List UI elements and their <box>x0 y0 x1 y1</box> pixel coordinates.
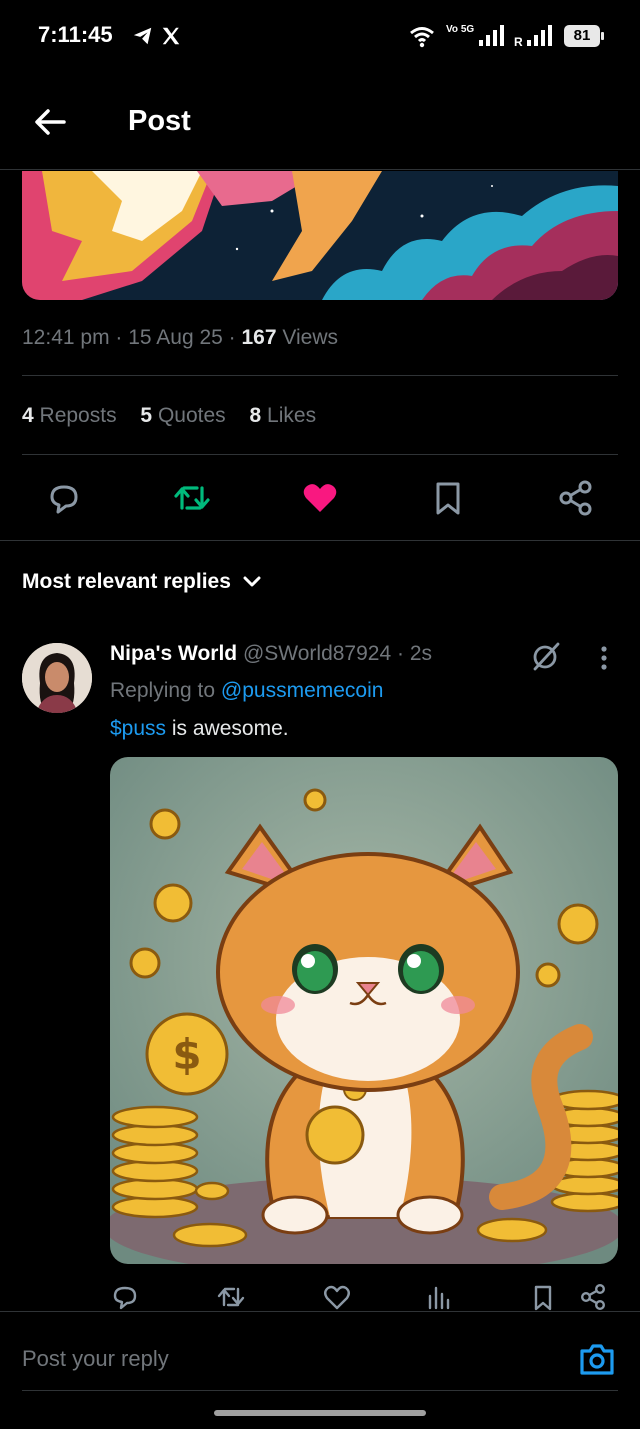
share-icon[interactable] <box>578 1282 608 1312</box>
divider <box>22 375 618 376</box>
divider <box>22 454 618 455</box>
views-count: 167 <box>241 326 277 349</box>
bookmark-icon[interactable] <box>528 1282 558 1312</box>
replies-sort-dropdown[interactable]: Most relevant replies <box>22 570 263 594</box>
rocket-illustration <box>22 171 618 300</box>
reply-text: $puss is awesome. <box>110 717 289 740</box>
divider <box>22 1390 618 1391</box>
repost-icon[interactable] <box>216 1282 246 1312</box>
svg-text:$: $ <box>172 1030 201 1079</box>
post-image[interactable] <box>22 171 618 300</box>
post-timestamp: 12:41 pm · 15 Aug 25 · 167 Views <box>22 326 339 349</box>
views-icon[interactable] <box>424 1282 454 1312</box>
share-icon[interactable] <box>556 478 596 518</box>
battery-indicator: 81 <box>564 25 604 47</box>
reply-author-handle[interactable]: @SWorld87924 <box>243 642 391 665</box>
camera-icon[interactable] <box>578 1340 616 1378</box>
top-bar: Post <box>0 72 640 170</box>
network-type-label: Vo 5G <box>446 24 475 35</box>
replies-sort-label: Most relevant replies <box>22 570 231 593</box>
likes-stat[interactable]: 8 Likes <box>250 404 317 427</box>
reply-author-name[interactable]: Nipa's World <box>110 642 237 665</box>
replying-to-line: Replying to @pussmemecoin <box>110 679 384 702</box>
cashtag-link[interactable]: $puss <box>110 717 166 740</box>
signal-icon <box>527 25 552 46</box>
repost-icon[interactable] <box>172 478 212 518</box>
telegram-icon <box>133 27 152 45</box>
post-stats: 4 Reposts 5 Quotes 8 Likes <box>22 404 334 428</box>
status-bar: 7:11:45 Vo 5G R 81 <box>0 0 640 72</box>
quotes-stat[interactable]: 5 Quotes <box>140 404 225 427</box>
reply-image[interactable]: $ <box>110 757 618 1264</box>
grok-icon[interactable] <box>530 640 562 672</box>
reply-input[interactable]: Post your reply <box>22 1346 169 1372</box>
status-time: 7:11:45 <box>38 22 113 47</box>
mention-link[interactable]: @pussmemecoin <box>221 679 384 702</box>
heart-icon[interactable] <box>300 478 340 518</box>
avatar-image <box>22 643 92 713</box>
divider <box>0 540 640 541</box>
back-arrow-icon[interactable] <box>30 102 70 142</box>
page-title: Post <box>128 105 191 137</box>
post-action-bar <box>0 470 640 528</box>
signal-icon <box>479 25 504 46</box>
reply-author-line: Nipa's World @SWorld87924 · 2s <box>110 642 433 665</box>
chevron-down-icon <box>243 576 261 587</box>
x-logo-icon <box>162 27 180 45</box>
roaming-label: R <box>514 35 523 49</box>
heart-icon[interactable] <box>322 1282 352 1312</box>
home-indicator[interactable] <box>214 1410 426 1416</box>
reposts-stat[interactable]: 4 Reposts <box>22 404 117 427</box>
more-icon[interactable] <box>592 644 616 672</box>
cat-coins-illustration: $ <box>110 757 618 1264</box>
reply-time: 2s <box>409 642 433 665</box>
bookmark-icon[interactable] <box>428 478 468 518</box>
reply-icon[interactable] <box>44 478 84 518</box>
views-label: Views <box>282 326 339 349</box>
reply-icon[interactable] <box>110 1282 140 1312</box>
wifi-icon <box>410 27 434 48</box>
avatar[interactable] <box>22 643 92 713</box>
